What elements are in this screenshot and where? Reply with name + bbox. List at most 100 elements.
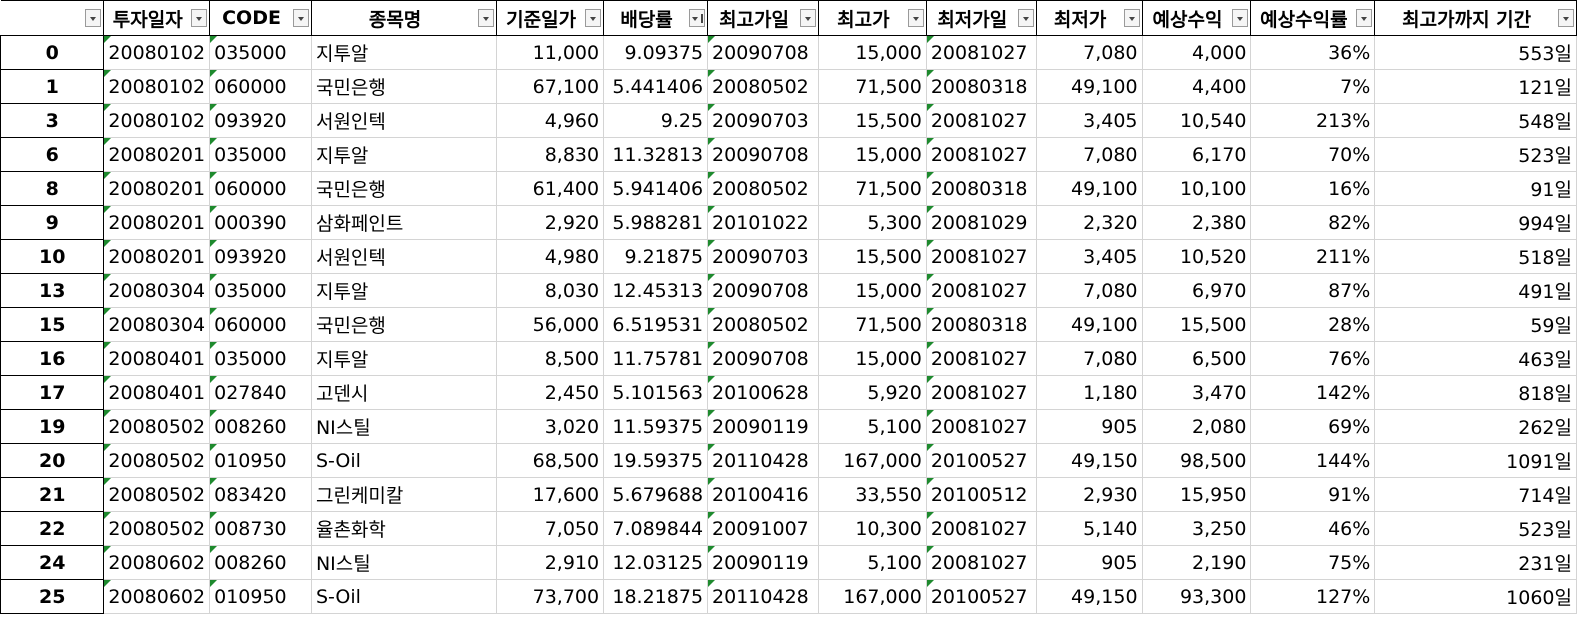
cell-dividend-rate[interactable]: 5.679688: [603, 477, 709, 512]
cell-code[interactable]: 035000: [209, 35, 312, 70]
cell-expected-return[interactable]: 127%: [1250, 579, 1376, 614]
cell-code[interactable]: 010950: [209, 443, 312, 478]
cell-invest-date[interactable]: 20080201: [103, 239, 211, 274]
cell-stock-name[interactable]: 지투알: [310, 273, 498, 308]
cell-expected-return[interactable]: 16%: [1250, 171, 1376, 206]
cell-high-price[interactable]: 15,000: [818, 273, 927, 308]
cell-dividend-rate[interactable]: 5.988281: [603, 205, 709, 240]
cell-stock-name[interactable]: 그린케미칼: [310, 477, 498, 512]
cell-invest-date[interactable]: 20080502: [103, 477, 211, 512]
row-index-cell[interactable]: 16: [0, 341, 105, 376]
cell-high-date[interactable]: 20100628: [707, 375, 819, 410]
cell-days-to-high[interactable]: 231일: [1374, 545, 1577, 580]
cell-expected-return[interactable]: 7%: [1250, 69, 1376, 104]
cell-code[interactable]: 035000: [209, 137, 312, 172]
cell-high-price[interactable]: 71,500: [818, 69, 927, 104]
cell-expected-profit[interactable]: 6,170: [1141, 137, 1252, 172]
cell-dividend-rate[interactable]: 5.101563: [603, 375, 709, 410]
filter-dropdown-icon[interactable]: [1558, 9, 1574, 27]
cell-code[interactable]: 093920: [209, 239, 312, 274]
cell-invest-date[interactable]: 20080502: [103, 409, 211, 444]
row-index-cell[interactable]: 10: [0, 239, 105, 274]
cell-code[interactable]: 000390: [209, 205, 312, 240]
cell-expected-profit[interactable]: 15,500: [1141, 307, 1252, 342]
cell-days-to-high[interactable]: 548일: [1374, 103, 1577, 138]
cell-base-price[interactable]: 4,960: [496, 103, 605, 138]
cell-low-price[interactable]: 2,930: [1035, 477, 1143, 512]
cell-days-to-high[interactable]: 518일: [1374, 239, 1577, 274]
cell-base-price[interactable]: 8,830: [496, 137, 605, 172]
cell-dividend-rate[interactable]: 12.45313: [603, 273, 709, 308]
cell-expected-return[interactable]: 87%: [1250, 273, 1376, 308]
cell-expected-return[interactable]: 36%: [1250, 35, 1376, 70]
cell-base-price[interactable]: 67,100: [496, 69, 605, 104]
cell-high-price[interactable]: 15,000: [818, 341, 927, 376]
cell-dividend-rate[interactable]: 11.75781: [603, 341, 709, 376]
cell-low-date[interactable]: 20081027: [925, 239, 1037, 274]
cell-low-date[interactable]: 20081027: [925, 35, 1037, 70]
cell-base-price[interactable]: 8,030: [496, 273, 605, 308]
column-header-high-price[interactable]: 최고가: [818, 0, 927, 36]
cell-high-price[interactable]: 5,920: [818, 375, 927, 410]
cell-high-price[interactable]: 15,500: [818, 239, 927, 274]
cell-invest-date[interactable]: 20080102: [103, 35, 211, 70]
cell-invest-date[interactable]: 20080401: [103, 375, 211, 410]
row-index-cell[interactable]: 15: [0, 307, 105, 342]
cell-high-date[interactable]: 20101022: [707, 205, 819, 240]
cell-invest-date[interactable]: 20080201: [103, 205, 211, 240]
row-index-cell[interactable]: 13: [0, 273, 105, 308]
cell-invest-date[interactable]: 20080602: [103, 579, 211, 614]
cell-dividend-rate[interactable]: 5.941406: [603, 171, 709, 206]
cell-invest-date[interactable]: 20080102: [103, 69, 211, 104]
cell-low-price[interactable]: 5,140: [1035, 511, 1143, 546]
cell-code[interactable]: 008260: [209, 545, 312, 580]
cell-base-price[interactable]: 17,600: [496, 477, 605, 512]
filter-active-icon[interactable]: [689, 9, 706, 27]
cell-base-price[interactable]: 56,000: [496, 307, 605, 342]
cell-code[interactable]: 008260: [209, 409, 312, 444]
cell-stock-name[interactable]: S-Oil: [310, 579, 498, 614]
cell-code[interactable]: 060000: [209, 171, 312, 206]
cell-days-to-high[interactable]: 523일: [1374, 137, 1577, 172]
column-header-index[interactable]: [0, 0, 105, 36]
cell-stock-name[interactable]: S-Oil: [310, 443, 498, 478]
cell-low-price[interactable]: 49,150: [1035, 579, 1143, 614]
cell-dividend-rate[interactable]: 11.32813: [603, 137, 709, 172]
cell-expected-return[interactable]: 75%: [1250, 545, 1376, 580]
cell-high-date[interactable]: 20091007: [707, 511, 819, 546]
cell-dividend-rate[interactable]: 9.21875: [603, 239, 709, 274]
cell-dividend-rate[interactable]: 6.519531: [603, 307, 709, 342]
cell-expected-return[interactable]: 82%: [1250, 205, 1376, 240]
cell-low-price[interactable]: 3,405: [1035, 103, 1143, 138]
cell-high-price[interactable]: 15,000: [818, 137, 927, 172]
row-index-cell[interactable]: 17: [0, 375, 105, 410]
cell-low-price[interactable]: 49,100: [1035, 69, 1143, 104]
filter-dropdown-icon[interactable]: [800, 9, 816, 27]
cell-low-date[interactable]: 20100527: [925, 443, 1037, 478]
cell-days-to-high[interactable]: 994일: [1374, 205, 1577, 240]
cell-expected-profit[interactable]: 98,500: [1141, 443, 1252, 478]
column-header-low-price[interactable]: 최저가: [1035, 0, 1143, 36]
cell-expected-return[interactable]: 211%: [1250, 239, 1376, 274]
cell-dividend-rate[interactable]: 11.59375: [603, 409, 709, 444]
cell-stock-name[interactable]: 삼화페인트: [310, 205, 498, 240]
cell-high-price[interactable]: 33,550: [818, 477, 927, 512]
cell-high-price[interactable]: 10,300: [818, 511, 927, 546]
cell-base-price[interactable]: 7,050: [496, 511, 605, 546]
cell-high-price[interactable]: 167,000: [818, 443, 927, 478]
cell-high-date[interactable]: 20080502: [707, 171, 819, 206]
column-header-low-date[interactable]: 최저가일: [925, 0, 1037, 36]
cell-dividend-rate[interactable]: 19.59375: [603, 443, 709, 478]
cell-high-date[interactable]: 20090708: [707, 341, 819, 376]
cell-stock-name[interactable]: 국민은행: [310, 171, 498, 206]
cell-high-price[interactable]: 71,500: [818, 307, 927, 342]
cell-stock-name[interactable]: 서원인텍: [310, 239, 498, 274]
filter-dropdown-icon[interactable]: [1123, 9, 1140, 27]
cell-days-to-high[interactable]: 818일: [1374, 375, 1577, 410]
column-header-expected-profit[interactable]: 예상수익: [1141, 0, 1252, 36]
cell-days-to-high[interactable]: 1091일: [1374, 443, 1577, 478]
cell-low-date[interactable]: 20080318: [925, 171, 1037, 206]
cell-high-date[interactable]: 20090703: [707, 103, 819, 138]
cell-expected-return[interactable]: 70%: [1250, 137, 1376, 172]
cell-base-price[interactable]: 4,980: [496, 239, 605, 274]
